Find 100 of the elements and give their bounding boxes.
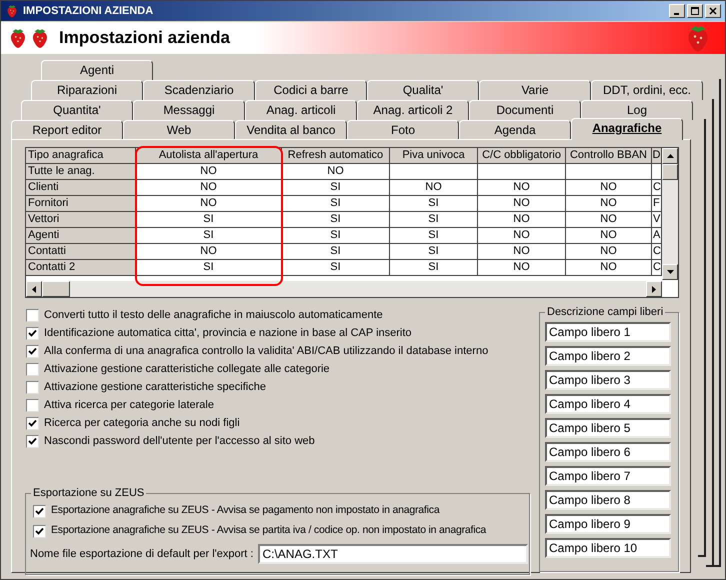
field-label: Nome file esportazione di default per l'export : [30, 546, 254, 562]
free-field-input[interactable]: Campo libero 4 [545, 394, 671, 414]
option-label: Alla conferma di una anagrafica controllo la validita' ABI/CAB utilizzando il database interno [44, 344, 488, 360]
column-header[interactable]: D [652, 148, 662, 164]
tab[interactable]: Agenda [459, 120, 571, 140]
tab[interactable]: Codici a barre [255, 80, 367, 100]
table-cell: NO [282, 164, 390, 180]
table-cell: NO [566, 244, 652, 260]
table-cell: NO [478, 244, 566, 260]
table-cell: SI [282, 244, 390, 260]
vertical-scrollbar[interactable] [662, 148, 678, 280]
checkbox[interactable] [26, 327, 39, 340]
close-button[interactable] [705, 4, 721, 18]
option-label: Attivazione gestione caratteristiche collegate alle categorie [44, 362, 330, 378]
tab[interactable]: Qualita' [367, 80, 479, 100]
tab[interactable]: Riparazioni [31, 80, 143, 100]
column-header[interactable]: Autolista all'apertura [136, 148, 282, 164]
tab[interactable]: Agenti [41, 60, 153, 80]
row-header: Agenti [26, 228, 136, 244]
table-cell: NO [478, 196, 566, 212]
table-cell: SI [390, 196, 478, 212]
row-header: Clienti [26, 180, 136, 196]
scroll-left-icon [32, 286, 36, 292]
checkbox[interactable] [26, 399, 39, 412]
column-header[interactable]: Tipo anagrafica [26, 148, 136, 164]
tab[interactable]: Vendita al banco [235, 120, 347, 140]
table-cell: SI [390, 212, 478, 228]
column-header[interactable]: Controllo BBAN [566, 148, 652, 164]
scroll-thumb[interactable] [42, 281, 70, 297]
maximize-button[interactable] [687, 4, 703, 18]
tab[interactable]: Web [123, 120, 235, 140]
free-field-input[interactable]: Campo libero 2 [545, 346, 671, 366]
table-cell: NO [136, 244, 282, 260]
table-cell: SI [282, 228, 390, 244]
table-cell: NO [478, 260, 566, 276]
free-field-input[interactable]: Campo libero 7 [545, 466, 671, 486]
checkbox[interactable] [33, 524, 46, 538]
table-cell: NO [136, 180, 282, 196]
option-label: Nascondi password dell'utente per l'accesso al sito web [44, 434, 315, 450]
scroll-right-icon [652, 286, 656, 292]
checkbox[interactable] [33, 504, 46, 518]
checkbox[interactable] [26, 381, 39, 394]
checkbox[interactable] [26, 345, 39, 358]
column-header[interactable]: C/C obbligatorio [478, 148, 566, 164]
option-label: Converti tutto il testo delle anagrafiche in maiuscolo automaticamente [44, 308, 383, 324]
scroll-thumb[interactable] [662, 164, 678, 180]
option-label: Esportazione anagrafiche su ZEUS - Avvisa se partita iva / codice op. non impostato in anagrafica [51, 523, 486, 538]
horizontal-scrollbar[interactable] [26, 281, 662, 297]
filename-field[interactable]: C:\ANAG.TXT [258, 544, 528, 564]
table-cell: NO [566, 180, 652, 196]
tab[interactable]: Report editor [11, 120, 123, 140]
checkbox[interactable] [26, 363, 39, 376]
group-title: Descrizione campi liberi [545, 305, 666, 319]
tab[interactable]: Anag. articoli 2 [357, 100, 469, 120]
tab[interactable]: Anagrafiche [571, 118, 683, 140]
close-icon [709, 7, 717, 15]
tab[interactable]: Scadenziario [143, 80, 255, 100]
tab[interactable]: Foto [347, 120, 459, 140]
tab[interactable]: DDT, ordini, ecc. [591, 80, 703, 100]
table-cell: NO [566, 196, 652, 212]
table-cell: NO [136, 164, 282, 180]
row-header: Tutte le anag. [26, 164, 136, 180]
free-field-input[interactable]: Campo libero 6 [545, 442, 671, 462]
tab[interactable]: Varie [479, 80, 591, 100]
checkbox[interactable] [26, 435, 39, 448]
option-label: Ricerca per categoria anche su nodi figli [44, 416, 240, 432]
banner-title: Impostazioni azienda [59, 27, 230, 50]
table-cell: SI [136, 260, 282, 276]
free-field-input[interactable]: Campo libero 3 [545, 370, 671, 390]
table-cell: NO [566, 212, 652, 228]
tab[interactable]: Log [581, 100, 693, 120]
table-cell: SI [282, 180, 390, 196]
tab[interactable]: Quantita' [21, 100, 133, 120]
table-cell: SI [282, 260, 390, 276]
free-field-input[interactable]: Campo libero 9 [545, 514, 671, 534]
checkbox[interactable] [26, 309, 39, 322]
minimize-button[interactable] [669, 4, 685, 18]
column-header[interactable]: Refresh automatico [282, 148, 390, 164]
table-cell: SI [282, 196, 390, 212]
free-field-input[interactable]: Campo libero 10 [545, 538, 671, 558]
checkbox[interactable] [26, 417, 39, 430]
table-cell: NO [478, 212, 566, 228]
free-field-input[interactable]: Campo libero 1 [545, 322, 671, 342]
strawberry-icon [5, 4, 19, 18]
column-header[interactable]: Piva univoca [390, 148, 478, 164]
table-cell: NO [390, 180, 478, 196]
free-field-input[interactable]: Campo libero 8 [545, 490, 671, 510]
tab[interactable]: Messaggi [133, 100, 245, 120]
row-header: Fornitori [26, 196, 136, 212]
window-title: IMPOSTAZIONI AZIENDA [23, 4, 154, 19]
table-cell: SI [136, 228, 282, 244]
table-cell: SI [390, 228, 478, 244]
maximize-icon [691, 7, 699, 15]
tab[interactable]: Documenti [469, 100, 581, 120]
table-cell: NO [566, 228, 652, 244]
option-label: Attiva ricerca per categorie laterale [44, 398, 214, 414]
row-header: Vettori [26, 212, 136, 228]
tab[interactable]: Anag. articoli [245, 100, 357, 120]
free-field-input[interactable]: Campo libero 5 [545, 418, 671, 438]
table-cell: SI [390, 244, 478, 260]
